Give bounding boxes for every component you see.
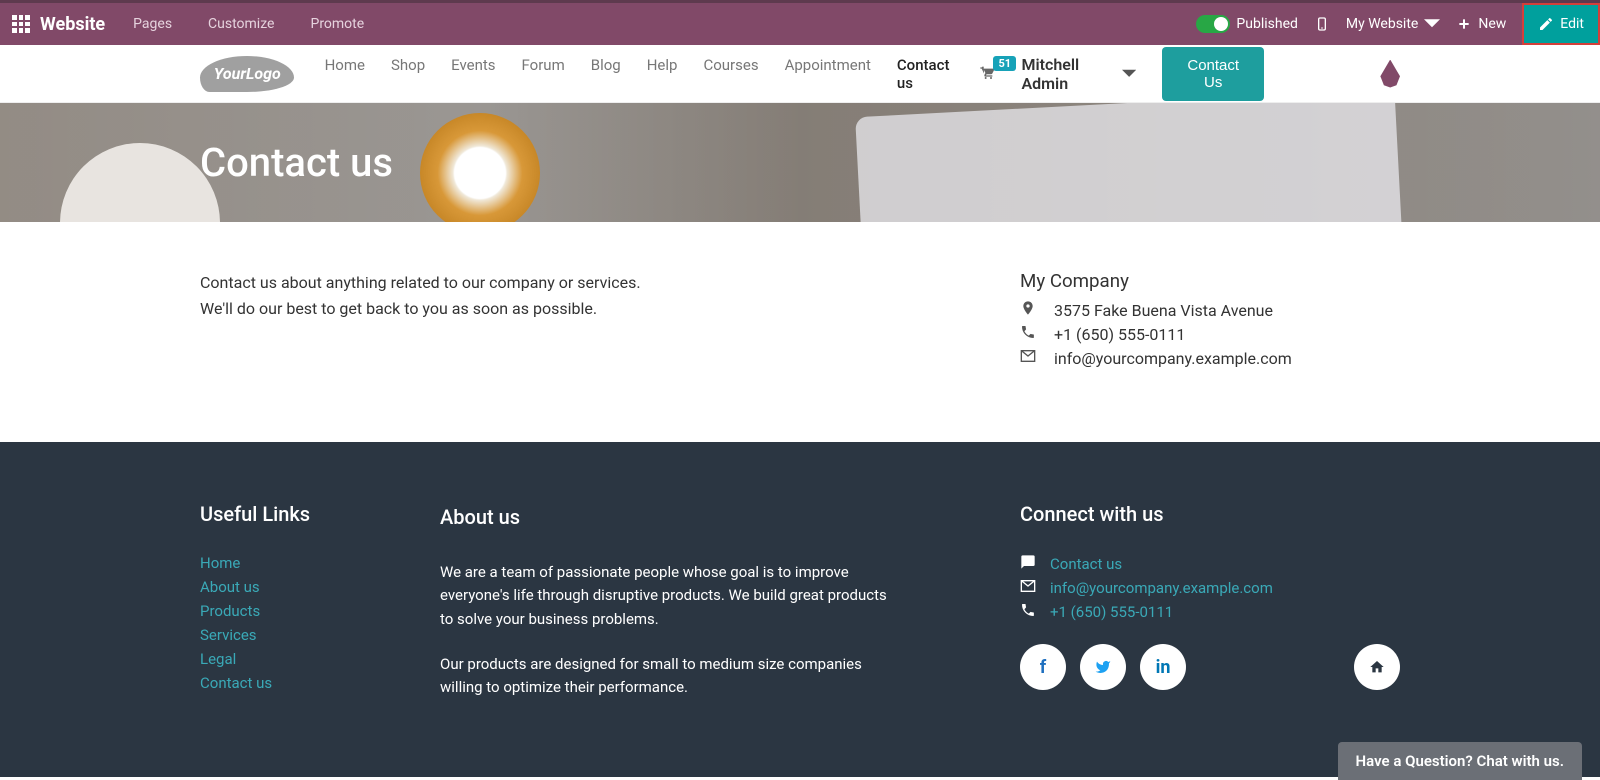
footer-link-legal[interactable]: Legal <box>200 650 380 668</box>
social-linkedin-button[interactable]: in <box>1140 644 1186 690</box>
footer-link-services[interactable]: Services <box>200 626 380 644</box>
company-info: My Company 3575 Fake Buena Vista Avenue … <box>1020 270 1400 372</box>
hero-decor <box>420 113 540 222</box>
social-facebook-button[interactable]: f <box>1020 644 1066 690</box>
nav-help[interactable]: Help <box>647 56 678 92</box>
hero-banner: Contact us <box>0 103 1600 222</box>
page-title: Contact us <box>200 139 393 186</box>
footer-link-about[interactable]: About us <box>200 578 380 596</box>
site-logo[interactable]: YourLogo <box>200 54 295 94</box>
site-footer: Useful Links Home About us Products Serv… <box>0 442 1600 777</box>
cart-count-badge: 51 <box>993 56 1016 71</box>
app-brand[interactable]: Website <box>40 14 105 35</box>
contact-intro-line1: Contact us about anything related to our… <box>200 270 960 296</box>
footer-link-products[interactable]: Products <box>200 602 380 620</box>
nav-events[interactable]: Events <box>451 56 495 92</box>
site-header: YourLogo Home Shop Events Forum Blog Hel… <box>0 45 1600 103</box>
caret-down-icon <box>1122 66 1136 82</box>
map-pin-icon <box>1020 300 1036 320</box>
contact-intro: Contact us about anything related to our… <box>200 270 960 372</box>
social-home-button[interactable] <box>1354 644 1400 690</box>
nav-forum[interactable]: Forum <box>522 56 565 92</box>
facebook-icon: f <box>1040 657 1046 678</box>
pencil-icon <box>1538 16 1554 32</box>
footer-link-contact[interactable]: Contact us <box>200 674 380 692</box>
footer-link-home[interactable]: Home <box>200 554 380 572</box>
new-button[interactable]: New <box>1456 16 1506 32</box>
nav-contact-us[interactable]: Contact us <box>897 56 950 92</box>
admin-topbar: Website Pages Customize Promote Publishe… <box>0 0 1600 45</box>
footer-about-column: About us We are a team of passionate peo… <box>440 502 900 721</box>
apps-icon[interactable] <box>12 15 30 33</box>
home-icon <box>1369 659 1385 675</box>
phone-icon <box>1020 324 1036 344</box>
contact-section: Contact us about anything related to our… <box>0 222 1600 442</box>
hero-decor <box>855 103 1405 222</box>
linkedin-icon: in <box>1156 657 1171 678</box>
footer-links-column: Useful Links Home About us Products Serv… <box>200 502 380 721</box>
footer-connect-email[interactable]: info@yourcompany.example.com <box>1050 579 1273 597</box>
nav-blog[interactable]: Blog <box>591 56 621 92</box>
nav-courses[interactable]: Courses <box>703 56 758 92</box>
nav-appointment[interactable]: Appointment <box>785 56 871 92</box>
contact-intro-line2: We'll do our best to get back to you as … <box>200 296 960 322</box>
nav-home[interactable]: Home <box>325 56 365 92</box>
footer-about-p1: We are a team of passionate people whose… <box>440 561 900 631</box>
company-email: info@yourcompany.example.com <box>1054 349 1292 368</box>
contact-us-button[interactable]: Contact Us <box>1162 47 1264 101</box>
chat-bubble-icon <box>1020 554 1036 574</box>
social-twitter-button[interactable] <box>1080 644 1126 690</box>
logo-image: YourLogo <box>200 56 294 92</box>
published-toggle[interactable]: Published <box>1196 15 1297 33</box>
published-label: Published <box>1236 16 1297 32</box>
topbar-menu-promote[interactable]: Promote <box>310 16 364 32</box>
mobile-icon <box>1314 16 1330 32</box>
hero-decor <box>60 143 220 222</box>
footer-links-heading: Useful Links <box>200 502 380 526</box>
caret-down-icon <box>1424 16 1440 32</box>
company-phone: +1 (650) 555-0111 <box>1054 325 1185 344</box>
theme-drop-icon[interactable] <box>1380 60 1400 88</box>
topbar-menu-customize[interactable]: Customize <box>208 16 274 32</box>
footer-about-p2: Our products are designed for small to m… <box>440 653 900 700</box>
edit-button[interactable]: Edit <box>1522 3 1600 45</box>
footer-connect-phone[interactable]: +1 (650) 555-0111 <box>1050 603 1173 621</box>
mail-icon <box>1020 578 1036 598</box>
chat-widget-tab[interactable]: Have a Question? Chat with us. <box>1338 742 1582 780</box>
nav-shop[interactable]: Shop <box>391 56 425 92</box>
toggle-switch-icon <box>1196 15 1230 33</box>
user-dropdown[interactable]: Mitchell Admin <box>1021 55 1136 93</box>
my-website-dropdown[interactable]: My Website <box>1346 16 1440 32</box>
plus-icon <box>1456 16 1472 32</box>
footer-connect-column: Connect with us Contact us info@yourcomp… <box>1020 502 1400 721</box>
mail-icon <box>1020 348 1036 368</box>
company-address: 3575 Fake Buena Vista Avenue <box>1054 301 1273 320</box>
twitter-icon <box>1095 659 1111 675</box>
footer-about-heading: About us <box>440 502 900 533</box>
topbar-menu-pages[interactable]: Pages <box>133 16 172 32</box>
cart-button[interactable]: 51 <box>979 64 995 84</box>
footer-connect-contact[interactable]: Contact us <box>1050 555 1122 573</box>
company-name: My Company <box>1020 270 1400 292</box>
footer-connect-heading: Connect with us <box>1020 502 1400 526</box>
site-nav: Home Shop Events Forum Blog Help Courses… <box>325 56 950 92</box>
phone-icon <box>1020 602 1036 622</box>
mobile-preview-button[interactable] <box>1314 16 1330 32</box>
